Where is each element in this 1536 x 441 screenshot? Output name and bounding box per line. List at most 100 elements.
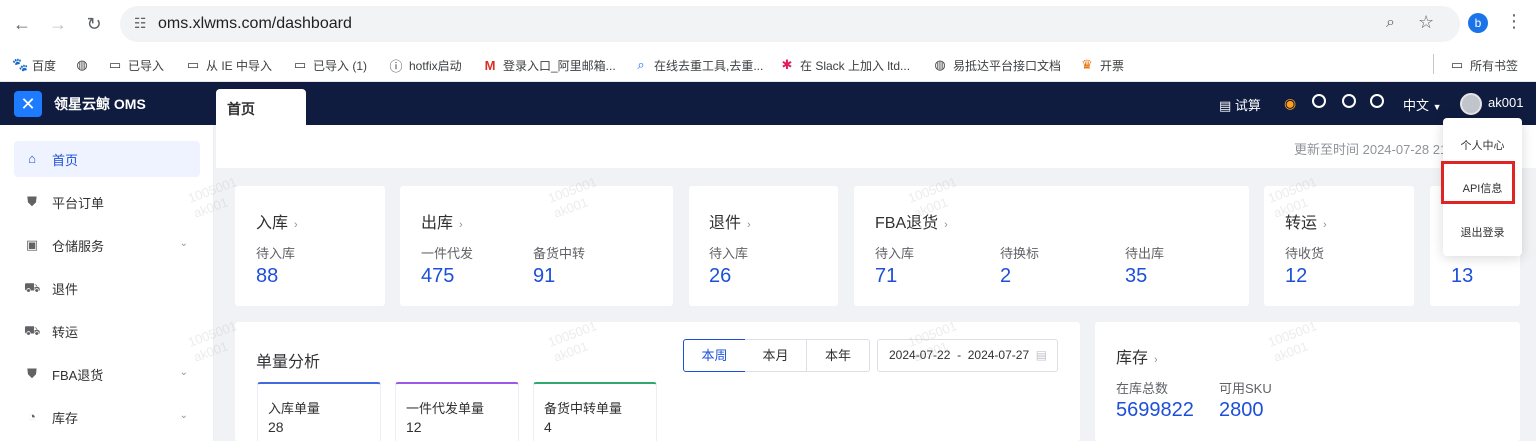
bookmark-folder-ie[interactable]: ▭ 从 IE 中导入 bbox=[186, 55, 272, 75]
returns-card[interactable]: 退件 › 待入库 26 bbox=[689, 186, 838, 306]
menu-item-profile[interactable]: 个人中心 bbox=[1443, 137, 1522, 153]
tab-home[interactable]: 首页 bbox=[216, 89, 306, 125]
inbound-count-card[interactable]: 入库单量 28 bbox=[257, 382, 381, 441]
returns-title[interactable]: 退件 › bbox=[709, 209, 751, 233]
bookmark-baidu[interactable]: 🐾 百度 bbox=[12, 55, 56, 75]
caret-down-icon: ▼ bbox=[1432, 102, 1442, 112]
settings-icon[interactable] bbox=[1342, 94, 1356, 108]
avatar[interactable] bbox=[1460, 93, 1482, 115]
search-icon: ⌕ bbox=[637, 57, 645, 72]
api-info-highlight-box bbox=[1441, 161, 1515, 204]
dropship-count-card[interactable]: 一件代发单量 12 bbox=[395, 382, 519, 441]
chevron-right-icon: › bbox=[459, 219, 463, 231]
bookmark-hotfix[interactable]: ⓘ hotfix启动 bbox=[389, 55, 461, 75]
site-info-icon[interactable]: ☷ bbox=[134, 15, 147, 32]
stat-value[interactable]: 5699822 bbox=[1116, 399, 1194, 422]
back-icon[interactable]: ← bbox=[10, 12, 34, 36]
home-icon: ⌂ bbox=[28, 151, 36, 166]
stat-value[interactable]: 35 bbox=[1125, 265, 1147, 288]
stat-value[interactable]: 13 bbox=[1451, 265, 1473, 288]
bookmark-globe[interactable]: ◍ bbox=[75, 55, 95, 75]
slack-icon: ✱ bbox=[781, 57, 793, 72]
stat-label: 一件代发 bbox=[421, 246, 474, 261]
bookmark-folder-imported-1[interactable]: ▭ 已导入 (1) bbox=[293, 55, 367, 75]
chevron-right-icon: › bbox=[294, 219, 298, 231]
calculator-icon: ▤ bbox=[1219, 98, 1232, 113]
shield-icon: ⛊ bbox=[27, 366, 37, 381]
help-icon[interactable] bbox=[1370, 94, 1384, 108]
logo-icon: ✕ bbox=[14, 91, 42, 117]
bookmark-slack[interactable]: ✱ 在 Slack 上加入 ltd... bbox=[780, 55, 910, 75]
sidebar-item-home[interactable]: ⌂ 首页 bbox=[14, 141, 200, 177]
address-bar[interactable]: ☷ oms.xlwms.com/dashboard ⌕ ☆ bbox=[120, 6, 1460, 42]
stat-value[interactable]: 71 bbox=[875, 265, 897, 288]
chevron-right-icon: › bbox=[944, 219, 948, 231]
bookmarks-separator bbox=[1433, 54, 1434, 74]
warehouse-icon: ▣ bbox=[25, 237, 39, 252]
globe-icon: ◍ bbox=[934, 57, 946, 72]
stat-value[interactable]: 26 bbox=[709, 265, 731, 288]
period-week-button[interactable]: 本周 bbox=[683, 339, 746, 372]
stat-label: 备货中转 bbox=[533, 246, 586, 261]
paw-icon: 🐾 bbox=[12, 57, 29, 72]
truck-icon: ⛟ bbox=[24, 280, 41, 295]
sidebar: ⌂ 首页 ⛊ 平台订单 ▣ 仓储服务 ⌄ ⛟ 退件 ⛟ 转运 ⛊ FBA退货 ⌄ ◔ 库存 ⌄ bbox=[0, 125, 214, 441]
chevron-right-icon: › bbox=[1154, 354, 1158, 366]
bookmark-all[interactable]: ▭ 所有书签 bbox=[1450, 55, 1518, 75]
url-text[interactable]: oms.xlwms.com/dashboard bbox=[158, 15, 352, 33]
bookmark-aliyun-mail[interactable]: M 登录入口_阿里邮箱... bbox=[483, 55, 616, 75]
sidebar-item-inventory[interactable]: ◔ 库存 ⌄ bbox=[14, 399, 200, 435]
outbound-card[interactable]: 出库 › 一件代发 475 备货中转 91 bbox=[400, 186, 673, 306]
forward-icon[interactable]: → bbox=[46, 12, 70, 36]
stat-value[interactable]: 12 bbox=[1285, 265, 1307, 288]
bookmark-api-docs[interactable]: ◍ 易抵达平台接口文档 bbox=[933, 55, 1061, 75]
stat-label: 待入库 bbox=[709, 246, 749, 261]
inventory-title[interactable]: 库存 › bbox=[1116, 344, 1158, 368]
outbound-title[interactable]: 出库 › bbox=[421, 209, 463, 233]
sidebar-item-platform-orders[interactable]: ⛊ 平台订单 bbox=[14, 184, 200, 220]
chevron-right-icon: › bbox=[1323, 219, 1327, 231]
profile-avatar[interactable]: b bbox=[1468, 13, 1488, 33]
pie-icon: ◔ bbox=[28, 409, 36, 424]
mini-label: 备货中转单量 bbox=[544, 401, 623, 416]
browser-menu-icon[interactable]: ⋮ bbox=[1505, 11, 1523, 32]
inbound-card[interactable]: 入库 › 待入库 88 bbox=[235, 186, 385, 306]
stat-value[interactable]: 91 bbox=[533, 265, 555, 288]
transfer-count-card[interactable]: 备货中转单量 4 bbox=[533, 382, 657, 441]
username[interactable]: ak001 bbox=[1488, 95, 1523, 110]
stat-value[interactable]: 2 bbox=[1000, 265, 1011, 288]
stat-value[interactable]: 88 bbox=[256, 265, 278, 288]
sidebar-item-fba-returns[interactable]: ⛊ FBA退货 ⌄ bbox=[14, 356, 200, 392]
sidebar-item-returns[interactable]: ⛟ 退件 bbox=[14, 270, 200, 306]
inbound-title[interactable]: 入库 › bbox=[256, 209, 298, 233]
stat-label: 待出库 bbox=[1125, 246, 1165, 261]
stat-label: 待入库 bbox=[256, 246, 296, 261]
period-year-button[interactable]: 本年 bbox=[807, 339, 870, 372]
browser-toolbar: ← → ↻ ☷ oms.xlwms.com/dashboard ⌕ ☆ b ⋮ bbox=[0, 0, 1536, 48]
bookmark-dedupe[interactable]: ⌕ 在线去重工具,去重... bbox=[634, 55, 763, 75]
language-select[interactable]: 中文 ▼ bbox=[1403, 95, 1442, 114]
folder-icon: ▭ bbox=[293, 57, 307, 72]
download-icon[interactable] bbox=[1312, 94, 1326, 108]
chevron-down-icon: ⌄ bbox=[179, 410, 188, 421]
bookmark-star-icon[interactable]: ☆ bbox=[1418, 12, 1434, 33]
mini-value: 4 bbox=[544, 419, 552, 435]
period-month-button[interactable]: 本月 bbox=[745, 339, 807, 372]
sidebar-item-transfer[interactable]: ⛟ 转运 bbox=[14, 313, 200, 349]
reload-icon[interactable]: ↻ bbox=[82, 12, 106, 36]
robot-icon[interactable]: ◉ bbox=[1284, 95, 1296, 112]
gmail-icon: M bbox=[484, 57, 496, 73]
stat-label: 可用SKU bbox=[1219, 381, 1272, 396]
bookmark-invoice[interactable]: ♛ 开票 bbox=[1080, 55, 1124, 75]
menu-item-logout[interactable]: 退出登录 bbox=[1443, 224, 1522, 240]
sidebar-item-warehouse[interactable]: ▣ 仓储服务 ⌄ bbox=[14, 227, 200, 263]
bookmark-folder-imported[interactable]: ▭ 已导入 bbox=[108, 55, 164, 75]
chevron-down-icon: ⌄ bbox=[179, 367, 188, 378]
stat-value[interactable]: 475 bbox=[421, 265, 454, 288]
update-time: 更新至时间 2024-07-28 21 bbox=[1294, 142, 1448, 157]
zoom-icon[interactable]: ⌕ bbox=[1386, 14, 1395, 32]
trial-button[interactable]: ▤ 试算 bbox=[1219, 95, 1261, 114]
stat-value[interactable]: 2800 bbox=[1219, 399, 1264, 422]
date-range-picker[interactable]: 2024-07-22 - 2024-07-27 ▤ bbox=[877, 339, 1058, 372]
chevron-right-icon: › bbox=[747, 219, 751, 231]
